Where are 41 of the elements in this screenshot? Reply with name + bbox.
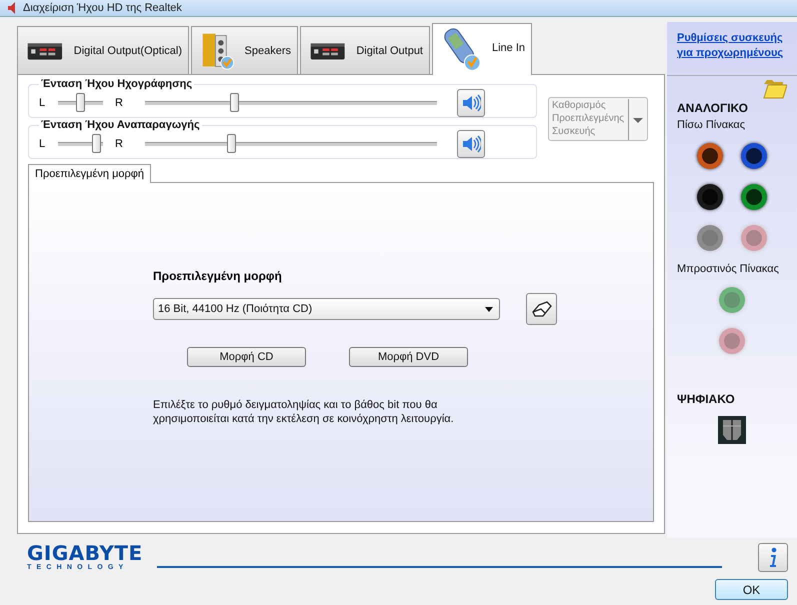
eraser-button[interactable] <box>526 293 557 325</box>
advanced-settings-link[interactable]: Ρυθμίσεις συσκευής για προχωρημένους <box>667 22 797 76</box>
device-tab[interactable]: Digital Output(Optical) <box>17 26 189 74</box>
audio-jack[interactable] <box>741 143 767 169</box>
speaker-icon <box>6 1 18 15</box>
ok-button[interactable]: OK <box>715 579 788 600</box>
audio-jack[interactable] <box>697 184 723 210</box>
right-channel-label: R <box>115 97 124 109</box>
format-button[interactable]: Μορφή DVD <box>349 347 468 367</box>
analog-heading: ΑΝΑΛΟΓΙΚΟ <box>677 101 750 115</box>
mute-button[interactable] <box>457 130 485 158</box>
device-tab[interactable]: Digital Output <box>300 26 430 74</box>
format-description: Επιλέξτε το ρυθμό δειγματοληψίας και το βάθος bit που θα χρησιμοποιείται κατά την εκτέλεση σε κοινόχρηστη λειτουργία. <box>153 398 455 426</box>
device-tab[interactable]: Speakers <box>191 26 298 74</box>
window-title: Διαχείριση Ήχου HD της Realtek <box>23 2 182 14</box>
device-tab[interactable]: Line In <box>432 23 532 75</box>
audio-jack[interactable] <box>697 143 723 169</box>
section-heading: Προεπιλεγμένη μορφή <box>153 269 283 283</box>
group-label: Ένταση Ήχου Ηχογράφησης <box>40 78 194 90</box>
panel-label: Μπροστινός Πίνακας <box>677 263 780 275</box>
group-label: Ένταση Ήχου Αναπαραγωγής <box>40 119 201 131</box>
balance-slider-thumb[interactable] <box>76 93 85 112</box>
panel-label: Πίσω Πίνακας <box>677 119 746 131</box>
balance-slider-thumb[interactable] <box>92 134 102 153</box>
mute-button[interactable] <box>457 89 485 117</box>
left-channel-label: L <box>39 138 46 150</box>
format-button[interactable]: Μορφή CD <box>187 347 306 367</box>
left-channel-label: L <box>39 97 46 109</box>
speaker-icon <box>461 134 481 154</box>
caret-icon <box>485 306 493 312</box>
info-button[interactable] <box>758 543 788 572</box>
format-dropdown[interactable]: 16 Bit, 44100 Hz (Ποιότητα CD) <box>153 298 500 320</box>
right-channel-label: R <box>115 138 124 150</box>
volume-slider-thumb[interactable] <box>230 93 239 112</box>
audio-jack[interactable] <box>741 184 767 210</box>
volume-slider-thumb[interactable] <box>227 134 236 153</box>
format-tab[interactable]: Προεπιλεγμένη μορφή <box>28 164 152 183</box>
eraser-icon <box>530 300 552 318</box>
speaker-icon <box>461 93 481 113</box>
digital-port-icon[interactable] <box>718 416 746 444</box>
digital-heading: ΨΗΦΙΑΚΟ <box>677 392 736 406</box>
